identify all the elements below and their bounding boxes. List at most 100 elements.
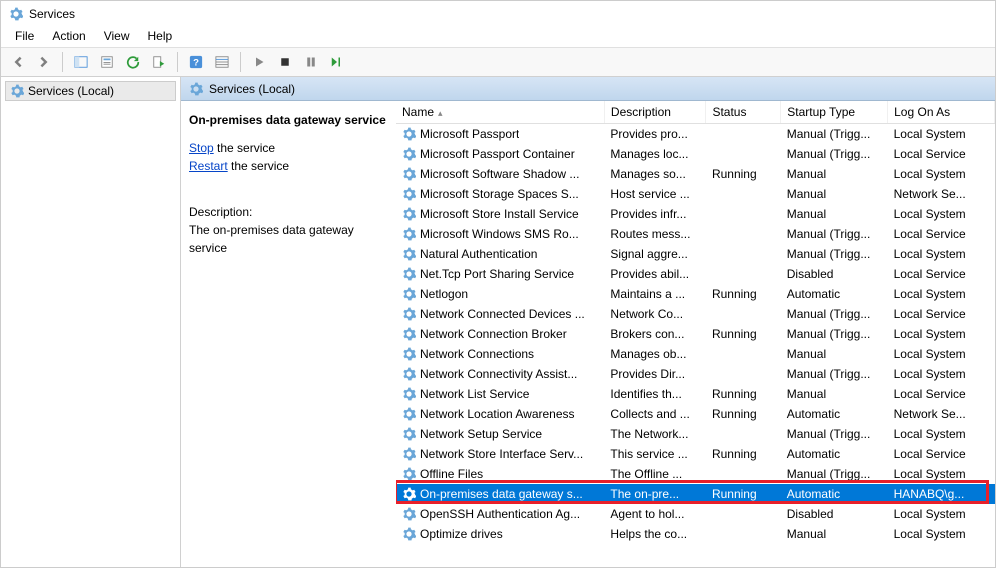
restart-service-link[interactable]: Restart [189,159,228,173]
service-row[interactable]: Network Connected Devices ... Network Co.… [396,304,995,324]
properties-icon [100,55,114,69]
service-row[interactable]: OpenSSH Authentication Ag...Agent to hol… [396,504,995,524]
service-status [706,504,781,524]
service-logon: Local System [888,324,995,344]
columns-button[interactable] [211,51,233,73]
service-desc: Collects and ... [604,404,706,424]
service-desc: Signal aggre... [604,244,706,264]
stop-service-button[interactable] [274,51,296,73]
service-desc: The Network... [604,424,706,444]
restart-service-button[interactable] [326,51,348,73]
help-button[interactable]: ? [185,51,207,73]
service-startup: Manual (Trigg... [781,324,888,344]
service-row[interactable]: Network ConnectionsManages ob...ManualLo… [396,344,995,364]
service-status: Running [706,444,781,464]
service-row[interactable]: Network Setup ServiceThe Network...Manua… [396,424,995,444]
refresh-button[interactable] [122,51,144,73]
service-name: Microsoft Software Shadow ... [420,167,579,181]
gear-icon [402,467,416,481]
service-row[interactable]: Network Location AwarenessCollects and .… [396,404,995,424]
gear-icon [402,287,416,301]
service-desc: Provides Dir... [604,364,706,384]
gear-icon [402,247,416,261]
service-status: Running [706,284,781,304]
service-startup: Manual [781,184,888,204]
service-row[interactable]: Microsoft Passport ContainerManages loc.… [396,144,995,164]
service-row[interactable]: Network Store Interface Serv...This serv… [396,444,995,464]
service-startup: Manual [781,164,888,184]
menu-bar: File Action View Help [1,27,995,47]
arrow-left-icon [11,55,25,69]
service-row[interactable]: NetlogonMaintains a ...RunningAutomaticL… [396,284,995,304]
panel-title: Services (Local) [209,82,295,96]
service-status: Running [706,164,781,184]
col-startup[interactable]: Startup Type [781,101,888,124]
stop-service-link[interactable]: Stop [189,141,214,155]
service-logon: Local System [888,464,995,484]
gear-icon [402,187,416,201]
tree-item-services-local[interactable]: Services (Local) [5,81,176,101]
service-row[interactable]: Network Connection BrokerBrokers con...R… [396,324,995,344]
service-desc: Host service ... [604,184,706,204]
service-startup: Disabled [781,264,888,284]
description-label: Description: [189,203,388,221]
service-row[interactable]: Natural AuthenticationSignal aggre...Man… [396,244,995,264]
col-name[interactable]: Name▴ [396,101,604,124]
list-icon [215,55,229,69]
col-status[interactable]: Status [706,101,781,124]
service-row[interactable]: Optimize drivesHelps the co...ManualLoca… [396,524,995,544]
toolbar: ? [1,47,995,77]
service-row[interactable]: Net.Tcp Port Sharing ServiceProvides abi… [396,264,995,284]
service-status: Running [706,484,781,504]
back-button[interactable] [7,51,29,73]
services-app-icon [9,7,23,21]
service-status [706,144,781,164]
menu-help[interactable]: Help [140,27,181,47]
service-logon: Local System [888,524,995,544]
service-desc: Routes mess... [604,224,706,244]
service-desc: Provides pro... [604,124,706,144]
export-button[interactable] [148,51,170,73]
service-row[interactable]: Microsoft PassportProvides pro...Manual … [396,124,995,144]
service-row[interactable]: Offline FilesThe Offline ...Manual (Trig… [396,464,995,484]
menu-file[interactable]: File [7,27,42,47]
service-status [706,364,781,384]
content-area: Services (Local) Services (Local) On-pre… [1,77,995,567]
service-status [706,224,781,244]
service-row[interactable]: Microsoft Storage Spaces S...Host servic… [396,184,995,204]
menu-action[interactable]: Action [44,27,93,47]
service-name: Netlogon [420,287,468,301]
service-row[interactable]: On-premises data gateway s...The on-pre.… [396,484,995,504]
col-logon[interactable]: Log On As [888,101,995,124]
forward-button[interactable] [33,51,55,73]
service-name: Network Connections [420,347,534,361]
service-logon: Local Service [888,264,995,284]
menu-view[interactable]: View [96,27,138,47]
properties-button[interactable] [96,51,118,73]
show-hide-tree-button[interactable] [70,51,92,73]
service-row[interactable]: Network Connectivity Assist...Provides D… [396,364,995,384]
service-row[interactable]: Network List ServiceIdentifies th...Runn… [396,384,995,404]
service-logon: Local System [888,364,995,384]
sort-asc-icon: ▴ [438,108,443,118]
service-startup: Manual [781,384,888,404]
start-service-button[interactable] [248,51,270,73]
service-name: Network Connected Devices ... [420,307,585,321]
service-row[interactable]: Microsoft Store Install ServiceProvides … [396,204,995,224]
service-desc: Network Co... [604,304,706,324]
service-desc: Agent to hol... [604,504,706,524]
pause-service-button[interactable] [300,51,322,73]
service-desc: Identifies th... [604,384,706,404]
col-description[interactable]: Description [604,101,706,124]
service-logon: Local Service [888,144,995,164]
service-row[interactable]: Microsoft Windows SMS Ro...Routes mess..… [396,224,995,244]
services-list[interactable]: Name▴ Description Status Startup Type Lo… [396,101,995,567]
service-row[interactable]: Microsoft Software Shadow ...Manages so.… [396,164,995,184]
service-logon: Local System [888,244,995,264]
toolbar-separator [177,52,178,72]
services-panel: Services (Local) On-premises data gatewa… [181,77,995,567]
gear-icon [402,147,416,161]
service-startup: Manual (Trigg... [781,144,888,164]
gear-icon [402,387,416,401]
service-name: Network Setup Service [420,427,542,441]
